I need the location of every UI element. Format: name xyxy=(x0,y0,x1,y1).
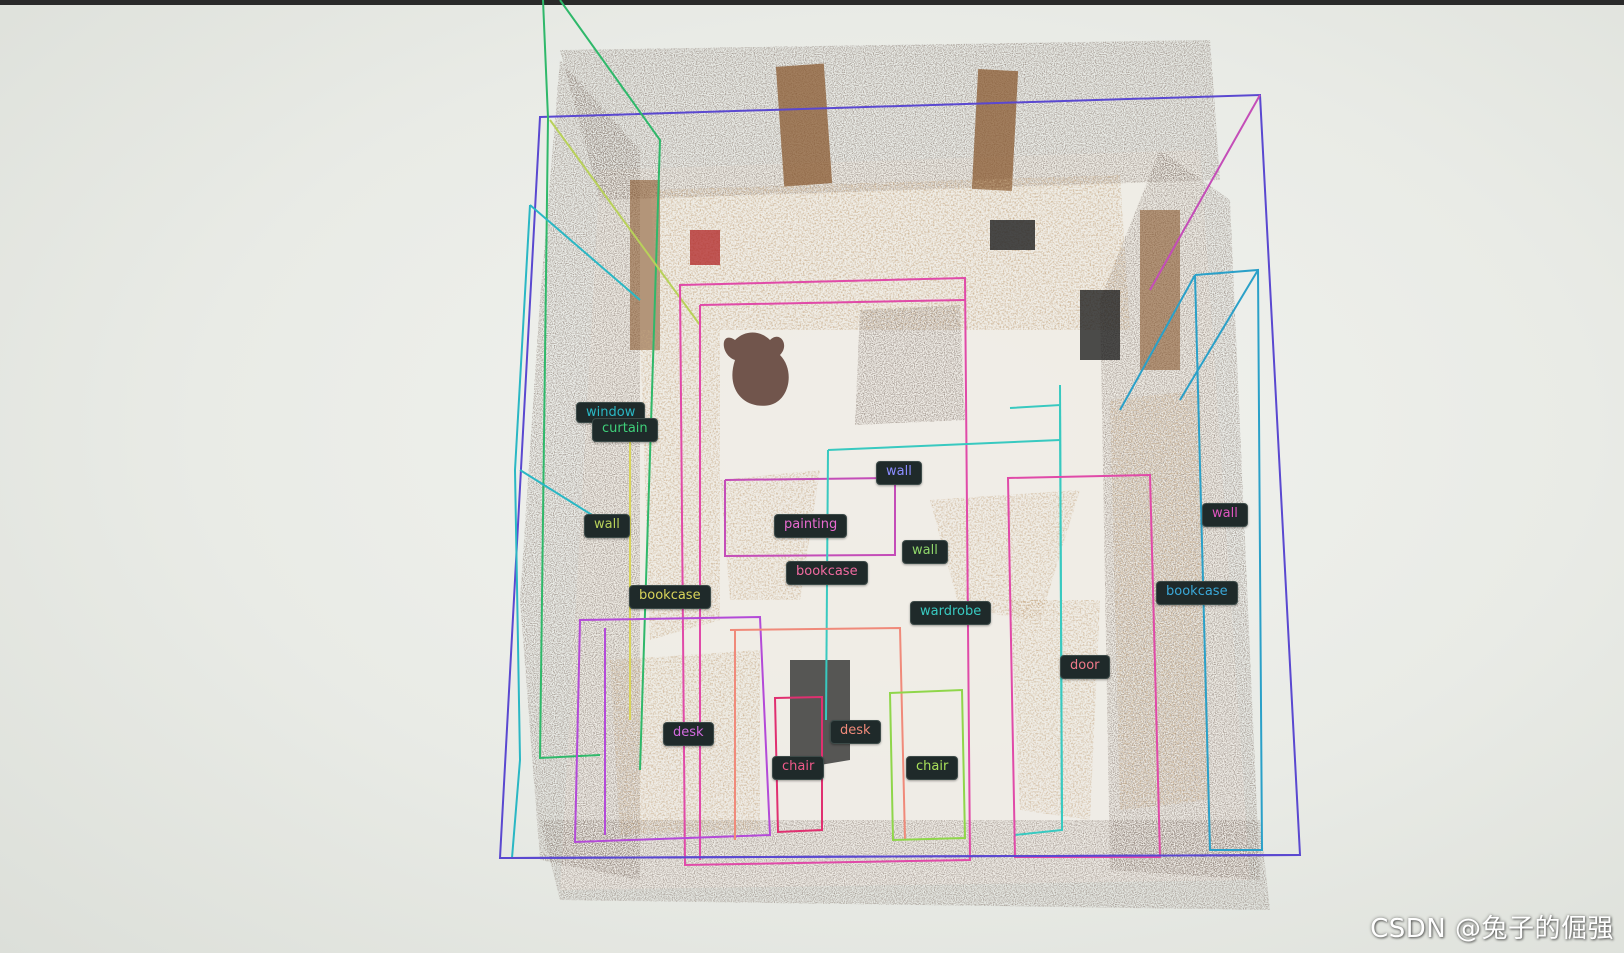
shelf-region xyxy=(650,175,1130,330)
monitor-dark-2 xyxy=(1080,290,1120,360)
label-wall-top[interactable]: wall xyxy=(876,461,922,485)
label-wall-left[interactable]: wall xyxy=(584,514,630,538)
watermark: CSDN @兔子的倔强 xyxy=(1370,914,1614,944)
ceiling-beam-left xyxy=(775,63,833,187)
clothes-rack xyxy=(855,305,965,425)
label-bookcase-center[interactable]: bookcase xyxy=(786,561,868,585)
ceiling-beam-right xyxy=(971,69,1019,191)
label-chair-left[interactable]: chair xyxy=(772,756,825,780)
wall-wood-right xyxy=(1140,210,1180,370)
point-cloud-viewport[interactable] xyxy=(0,0,1624,953)
label-curtain[interactable]: curtain xyxy=(592,418,658,442)
label-wall-right[interactable]: wall xyxy=(1202,503,1248,527)
label-wall-mid[interactable]: wall xyxy=(902,540,948,564)
label-bookcase-right[interactable]: bookcase xyxy=(1156,581,1238,605)
label-bookcase-left[interactable]: bookcase xyxy=(629,585,711,609)
monitor-dark xyxy=(990,220,1035,250)
red-object xyxy=(690,230,720,265)
label-chair-right[interactable]: chair xyxy=(906,756,959,780)
label-desk-left[interactable]: desk xyxy=(663,722,714,746)
screen: window curtain wall wall wall wall paint… xyxy=(0,0,1624,953)
label-painting[interactable]: painting xyxy=(774,514,848,538)
floor-rug-2 xyxy=(1010,600,1100,820)
chair-points xyxy=(790,660,850,770)
label-wardrobe[interactable]: wardrobe xyxy=(910,601,992,625)
label-desk-center[interactable]: desk xyxy=(830,720,881,744)
label-door[interactable]: door xyxy=(1060,655,1110,679)
